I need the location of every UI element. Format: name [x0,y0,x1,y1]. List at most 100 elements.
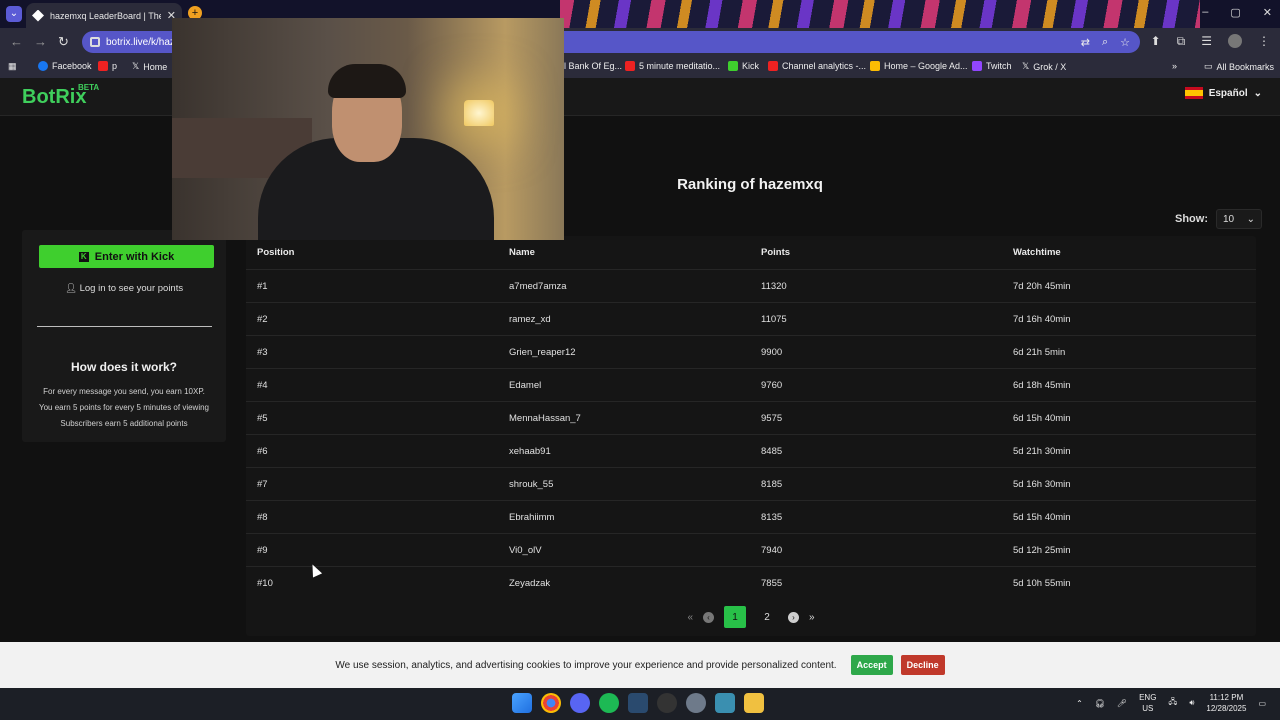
settings-icon[interactable] [686,693,706,713]
webcam-person-hair [328,64,406,98]
app-icon[interactable] [715,693,735,713]
column-header-watchtime[interactable]: Watchtime [1002,247,1254,258]
divider [37,326,212,327]
apps-grid-icon[interactable]: ▦ [8,61,17,72]
column-header-name[interactable]: Name [498,247,750,258]
bookmark-facebook[interactable]: Facebook [38,61,92,71]
network-icon[interactable]: 🖧︎ [1168,696,1177,710]
login-link[interactable]: 👤︎ Log in to see your points [22,283,226,294]
headset-icon[interactable]: 🎧︎ [1095,699,1105,708]
chevron-up-icon[interactable]: ⌃ [1076,699,1083,708]
table-row: #8 Ebrahiimm 8135 5d 15h 40min [246,500,1256,533]
file-explorer-icon[interactable] [744,693,764,713]
reload-icon[interactable]: ↻ [58,34,69,50]
page-1-button[interactable]: 1 [724,606,746,628]
bookmark-grok[interactable]: 𝕏 Grok / X [1022,61,1066,72]
x-icon: 𝕏 [132,61,140,71]
column-header-position[interactable]: Position [246,247,498,258]
last-page-button[interactable]: » [809,612,815,623]
accept-cookies-button[interactable]: Accept [850,655,893,675]
table-row: #9 Vi0_olV 7940 5d 12h 25min [246,533,1256,566]
minimize-icon[interactable]: – [1202,6,1208,19]
bookmark-channel-analytics[interactable]: Channel analytics -... [768,61,866,71]
show-count-select[interactable]: 10 ⌄ [1216,209,1262,229]
zoom-icon[interactable]: ⌕ [1102,36,1108,49]
chrome-icon[interactable] [541,693,561,713]
cookie-text: We use session, analytics, and advertisi… [335,659,837,671]
steam-icon[interactable] [628,693,648,713]
kick-icon [728,61,738,71]
spotify-icon[interactable] [599,693,619,713]
site-info-icon[interactable] [90,37,100,47]
table-row: #10 Zeyadzak 7855 5d 10h 55min [246,566,1256,599]
leaderboard-table: Position Name Points Watchtime #1 a7med7a… [246,236,1256,636]
browser-tab[interactable]: hazemxq LeaderBoard | The be ✕ [26,3,182,28]
language-selector[interactable]: Español ⌄ [1184,87,1262,99]
google-ads-icon [870,61,880,71]
botrix-favicon-icon [32,9,44,22]
column-header-points[interactable]: Points [750,247,1002,258]
page-title: Ranking of hazemxq [677,176,823,193]
sidebar-card: K Enter with Kick 👤︎ Log in to see your … [22,230,226,442]
webcam-overlay [172,18,564,240]
start-icon[interactable] [512,693,532,713]
bookmark-twitch[interactable]: Twitch [972,61,1012,71]
pin-icon[interactable]: ⬆ [1151,34,1161,49]
table-row: #6 xehaab91 8485 5d 21h 30min [246,434,1256,467]
youtube-icon [768,61,778,71]
microphone-icon[interactable]: 🎤︎ [1117,699,1127,708]
bookmark-star-icon[interactable]: ☆ [1120,36,1130,49]
table-header: Position Name Points Watchtime [246,236,1256,269]
x-icon: 𝕏 [1022,61,1030,71]
volume-icon[interactable]: 🔊︎ [1189,698,1194,708]
bookmark-p[interactable]: p [98,61,117,71]
table-row: #5 MennaHassan_7 9575 6d 15h 40min [246,401,1256,434]
bookmark-google-ads[interactable]: Home – Google Ad... [870,61,968,71]
input-language[interactable]: ENG US [1139,692,1156,714]
decline-cookies-button[interactable]: Decline [900,655,945,675]
bookmark-kick[interactable]: Kick [728,61,759,71]
more-bookmarks-icon[interactable]: » [1172,61,1177,71]
discord-icon[interactable] [570,693,590,713]
chevron-down-icon: ⌄ [1253,87,1262,99]
webcam-lamp [464,100,494,126]
first-page-button[interactable]: « [687,612,693,623]
page-2-button[interactable]: 2 [756,606,778,628]
table-row: #2 ramez_xd 11075 7d 16h 40min [246,302,1256,335]
twitch-icon [972,61,982,71]
next-page-button[interactable]: › [788,611,799,623]
botrix-logo[interactable]: BotRix BETA [22,83,99,109]
folder-icon: ▭ [1204,61,1213,71]
notifications-icon[interactable]: ▭ [1258,699,1266,708]
youtube-icon [98,61,108,71]
system-tray: ⌃ 🎧︎ 🎤︎ ENG US 🖧︎ 🔊︎ 11:12 PM 12/28/2025 ▭ [1076,692,1266,714]
tab-search-icon[interactable]: ⌄ [6,6,22,22]
extensions-icon[interactable]: ⧉ [1177,34,1186,49]
back-icon[interactable]: ← [10,34,23,49]
enter-with-kick-button[interactable]: K Enter with Kick [39,245,214,268]
spain-flag-icon [1184,87,1203,99]
url-text[interactable]: botrix.live/k/haz [106,37,175,48]
rule-text: You earn 5 points for every 5 minutes of… [38,403,210,412]
clock[interactable]: 11:12 PM 12/28/2025 [1206,692,1246,714]
obs-icon[interactable] [657,693,677,713]
prev-page-button[interactable]: ‹ [703,611,714,623]
beta-badge: BETA [78,83,100,92]
menu-icon[interactable]: ⋮ [1258,34,1270,49]
translate-icon[interactable]: ⇄ [1081,36,1090,49]
window-controls: – ▢ ✕ [1202,6,1272,19]
kick-icon: K [78,251,89,262]
show-label: Show: [1175,213,1208,225]
cookie-banner: We use session, analytics, and advertisi… [0,642,1280,688]
forward-icon[interactable]: → [34,34,47,49]
maximize-icon[interactable]: ▢ [1230,6,1240,19]
reading-list-icon[interactable]: ☰ [1201,34,1212,49]
bookmark-home[interactable]: 𝕏 Home [132,61,167,72]
bookmark-bank[interactable]: l Bank Of Eg... [564,61,622,71]
bookmark-meditation[interactable]: 5 minute meditatio... [625,61,720,71]
all-bookmarks[interactable]: ▭ All Bookmarks [1204,61,1274,72]
table-row: #7 shrouk_55 8185 5d 16h 30min [246,467,1256,500]
profile-avatar[interactable] [1228,34,1242,48]
close-window-icon[interactable]: ✕ [1263,6,1272,19]
table-row: #4 Edamel 9760 6d 18h 45min [246,368,1256,401]
